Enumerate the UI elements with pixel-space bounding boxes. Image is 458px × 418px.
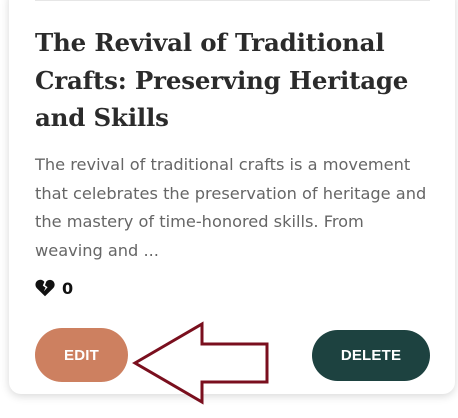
- edit-button[interactable]: EDIT: [35, 328, 128, 382]
- left-arrow-outline-icon: [132, 321, 269, 405]
- post-excerpt: The revival of traditional crafts is a m…: [35, 155, 427, 260]
- card-top-divider: [35, 0, 430, 1]
- broken-heart-icon[interactable]: [35, 279, 55, 297]
- likes-row: 0: [35, 277, 73, 299]
- likes-count: 0: [62, 278, 74, 298]
- delete-button[interactable]: DELETE: [312, 330, 430, 381]
- post-title[interactable]: The Revival of Traditional Crafts: Prese…: [35, 24, 440, 137]
- page: The Revival of Traditional Crafts: Prese…: [0, 0, 458, 418]
